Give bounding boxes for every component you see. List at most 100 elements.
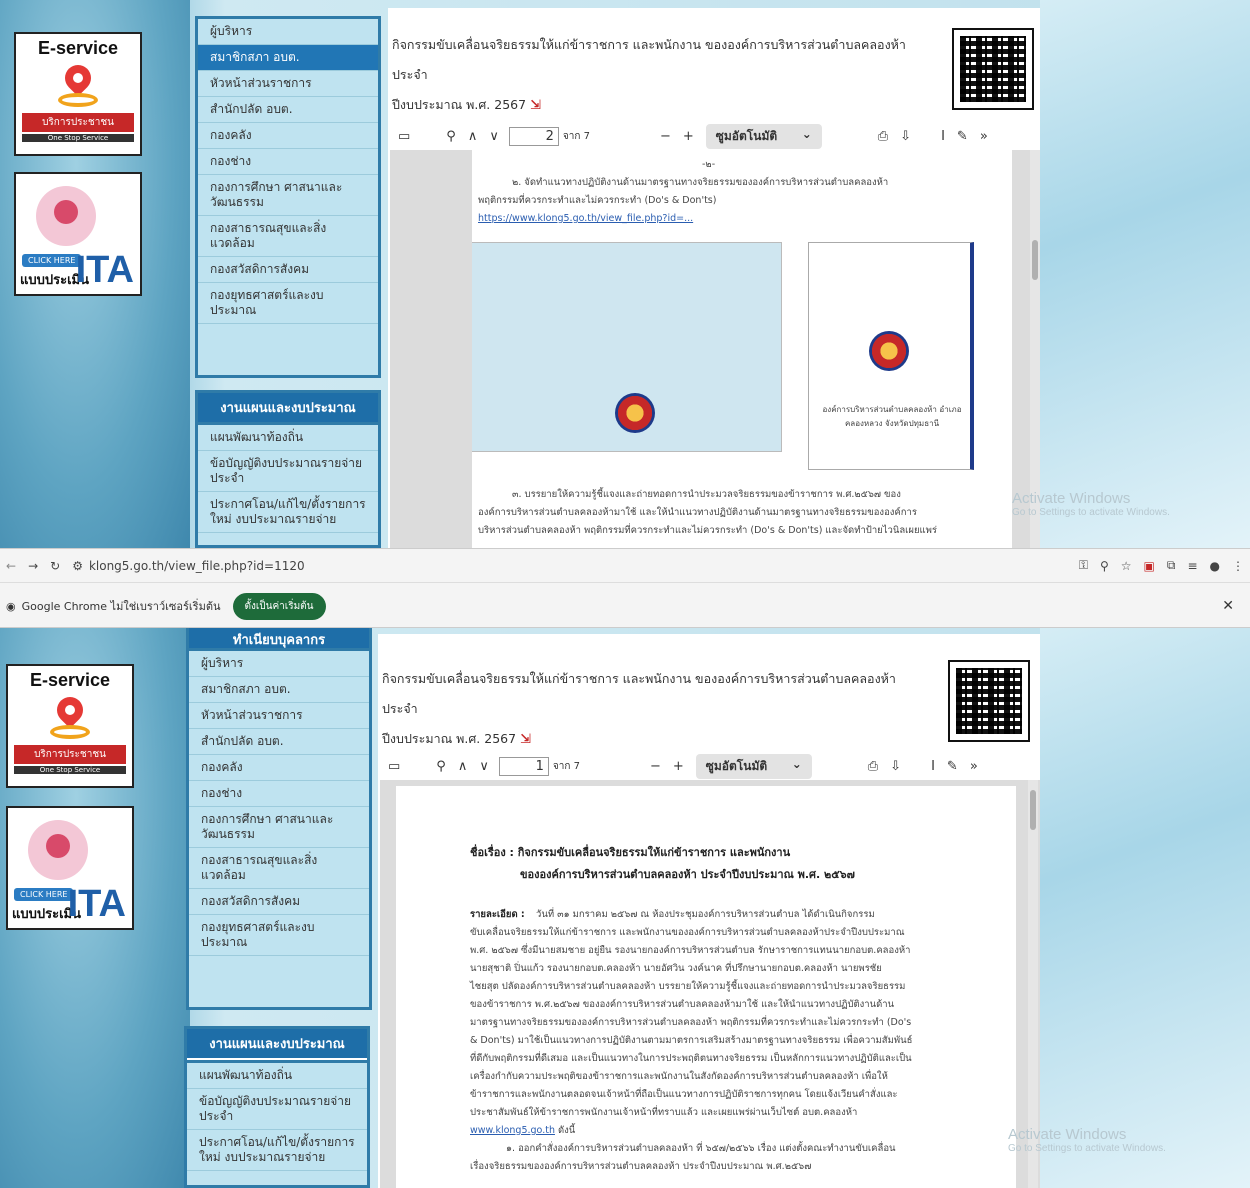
profile-avatar-icon[interactable]: ● [1210,559,1220,573]
doc-title-line2: ปีงบประมาณ พ.ศ. 2567 [392,97,527,112]
sidebar-item[interactable]: กองการศึกษา ศาสนาและวัฒนธรรม [198,175,378,216]
doc-link-line: www.klong5.go.th ดังนี้ [470,1122,575,1140]
doc-body-line: ขับเคลื่อนจริยธรรมให้แก่ข้าราชการ และพนั… [470,927,905,938]
reload-icon[interactable]: ↻ [50,559,60,573]
right-background [1040,628,1250,1188]
sidebar-menu-plan: แผนพัฒนาท้องถิ่น ข้อบัญญัติงบประมาณรายจ่า… [184,1060,370,1188]
save-icon[interactable]: ⇩ [900,129,911,144]
draw-icon[interactable]: ✎ [957,129,968,144]
prev-page-icon[interactable]: ∧ [458,759,468,774]
next-page-icon[interactable]: ∨ [479,759,489,774]
back-icon[interactable]: ← [6,559,16,573]
close-icon[interactable]: ✕ [1222,598,1234,614]
draw-icon[interactable]: ✎ [947,759,958,774]
sidebar-item[interactable]: กองคลัง [189,755,369,781]
poster-org-name: องค์การบริหารส่วนตำบลคลองห้า อำเภอคลองหล… [822,405,962,428]
sidebar-item[interactable]: กองช่าง [189,781,369,807]
sidebar-item[interactable]: กองคลัง [198,123,378,149]
pdf-toolbar: ▭ ⚲ ∧ ∨ 1 จาก 7 − + ซูมอัตโนมัติ ⌄ ⎙ ⇩ I … [382,752,1032,780]
page-number-input[interactable]: 2 [508,126,559,146]
zoom-select-value: ซูมอัตโนมัติ [715,128,778,143]
ita-banner[interactable]: CLICK HERE แบบประเมิน ITA [6,806,134,930]
zoom-in-icon[interactable]: + [683,129,694,144]
sidebar-toggle-icon[interactable]: ▭ [388,759,400,774]
sidebar-item[interactable]: แผนพัฒนาท้องถิ่น [198,425,378,451]
page-paragraph: ๓. บรรยายให้ความรู้ชี้แจงและถ่ายทอดการนำ… [512,489,901,500]
doc-body-line: ประชาสัมพันธ์ให้ข้าราชการพนักงานเจ้าหน้า… [470,1107,858,1118]
sidebar-item[interactable]: ประกาศโอน/แก้ไข/ตั้งรายการใหม่ งบประมาณร… [187,1130,367,1171]
location-pin-icon [48,691,92,741]
sidebar-item[interactable]: สมาชิกสภา อบต. [198,45,378,71]
print-icon[interactable]: ⎙ [868,759,878,774]
eservice-banner[interactable]: E-service บริการประชาชน One Stop Service [14,32,142,156]
page-number-input[interactable]: 1 [498,756,549,776]
pdf-icon[interactable]: ⇲ [520,725,538,747]
next-page-icon[interactable]: ∨ [489,129,499,144]
key-icon[interactable]: ⚿ [1079,558,1088,573]
click-here-badge: CLICK HERE [22,254,82,267]
more-tools-icon[interactable]: » [970,759,978,774]
text-cursor-icon[interactable]: I [941,129,945,144]
forward-icon[interactable]: → [28,559,38,573]
sidebar-item[interactable]: สำนักปลัด อบต. [189,729,369,755]
more-tools-icon[interactable]: » [980,129,988,144]
person-illustration-icon [28,820,88,880]
pdf-viewer: ชื่อเรื่อง : กิจกรรมขับเคลื่อนจริยธรรมให… [380,780,1040,1188]
sidebar-item[interactable]: สำนักปลัด อบต. [198,97,378,123]
sidebar-item[interactable]: กองสาธารณสุขและสิ่งแวดล้อม [198,216,378,257]
sidebar-item[interactable]: สมาชิกสภา อบต. [189,677,369,703]
sidebar-item[interactable]: กองสาธารณสุขและสิ่งแวดล้อม [189,848,369,889]
chrome-logo-icon: ◉ [6,599,16,613]
extensions-icon[interactable]: ⧉ [1167,558,1176,573]
doc-body-line: & Don'ts) มาใช้เป็นแนวทางการปฏิบัติงานตา… [470,1035,913,1046]
save-icon[interactable]: ⇩ [890,759,901,774]
url-field[interactable]: klong5.go.th/view_file.php?id=1120 [89,559,305,573]
search-icon[interactable]: ⚲ [446,129,456,144]
doc-link[interactable]: www.klong5.go.th [470,1125,555,1136]
zoom-icon[interactable]: ⚲ [1100,559,1109,573]
search-icon[interactable]: ⚲ [436,759,446,774]
sidebar-item[interactable]: กองสวัสดิการสังคม [189,889,369,915]
sidebar-item[interactable]: ผู้บริหาร [198,19,378,45]
pdf-extension-icon[interactable]: ▣ [1144,559,1155,573]
eservice-banner[interactable]: E-service บริการประชาชน One Stop Service [6,664,134,788]
pdf-icon[interactable]: ⇲ [530,91,548,113]
chevron-down-icon: ⌄ [791,756,802,771]
doc-body-line: ข้าราชการและพนักงานตลอดจนเจ้าหน้าที่ถือเ… [470,1089,898,1100]
site-info-icon[interactable]: ⚙ [72,559,83,573]
zoom-out-icon[interactable]: − [650,759,661,774]
sidebar-item[interactable]: กองการศึกษา ศาสนาและวัฒนธรรม [189,807,369,848]
sidebar-item[interactable]: ข้อบัญญัติงบประมาณรายจ่ายประจำ [198,451,378,492]
sidebar-item[interactable]: แผนพัฒนาท้องถิ่น [187,1063,367,1089]
sidebar-item[interactable]: กองสวัสดิการสังคม [198,257,378,283]
media-icon[interactable]: ≡ [1187,559,1197,573]
zoom-select[interactable]: ซูมอัตโนมัติ ⌄ [705,123,822,149]
sidebar-item[interactable]: กองยุทธศาสตร์และงบประมาณ [198,283,378,324]
print-icon[interactable]: ⎙ [878,129,888,144]
doc-body-line: ไชยสุต ปลัดองค์การบริหารส่วนตำบลคลองห้า … [470,981,906,992]
activate-line2: Go to Settings to activate Windows. [1008,1143,1166,1154]
sidebar-item[interactable]: หัวหน้าส่วนราชการ [198,71,378,97]
location-pin-icon [56,59,100,109]
sidebar-item[interactable]: กองช่าง [198,149,378,175]
zoom-out-icon[interactable]: − [660,129,671,144]
set-default-button[interactable]: ตั้งเป็นค่าเริ่มต้น [232,592,326,620]
prev-page-icon[interactable]: ∧ [468,129,478,144]
sidebar-item[interactable]: กองยุทธศาสตร์และงบประมาณ [189,915,369,956]
plan-header-label: งานแผนและงบประมาณ [187,1029,367,1060]
zoom-in-icon[interactable]: + [673,759,684,774]
sidebar-item[interactable]: ประกาศโอน/แก้ไข/ตั้งรายการใหม่ งบประมาณร… [198,492,378,533]
document-title: กิจกรรมขับเคลื่อนจริยธรรมให้แก่ข้าราชการ… [382,664,922,754]
sidebar-item[interactable]: ผู้บริหาร [189,651,369,677]
page-link[interactable]: https://www.klong5.go.th/view_file.php?i… [478,210,693,228]
bookmark-star-icon[interactable]: ☆ [1121,559,1132,573]
chevron-down-icon: ⌄ [801,126,812,141]
text-cursor-icon[interactable]: I [931,759,935,774]
sidebar-item[interactable]: หัวหน้าส่วนราชการ [189,703,369,729]
sidebar-toggle-icon[interactable]: ▭ [398,129,410,144]
pdf-scrollbar[interactable] [1030,150,1040,548]
zoom-select[interactable]: ซูมอัตโนมัติ ⌄ [695,753,812,779]
ita-banner[interactable]: CLICK HERE แบบประเมิน ITA [14,172,142,296]
sidebar-item[interactable]: ข้อบัญญัติงบประมาณรายจ่ายประจำ [187,1089,367,1130]
menu-dots-icon[interactable]: ⋮ [1232,559,1244,573]
